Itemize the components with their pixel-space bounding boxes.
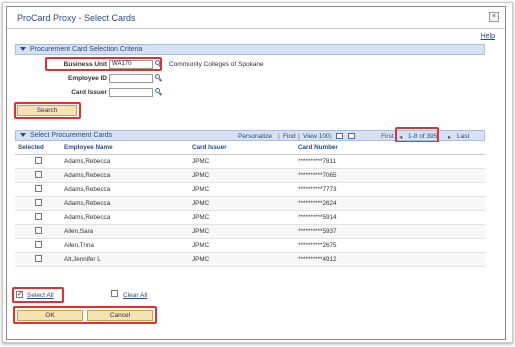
search-button[interactable]: Search xyxy=(17,105,77,116)
card-issuer-cell: JPMC xyxy=(189,224,295,239)
table-row: Adams,Rebecca JPMC **********7065 xyxy=(15,168,485,183)
separator: | xyxy=(298,132,300,140)
previous-arrow-icon[interactable]: ◂ xyxy=(399,133,402,141)
personalize-link[interactable]: Personalize xyxy=(238,133,272,140)
card-issuer-input[interactable] xyxy=(109,88,153,97)
column-header[interactable]: Selected xyxy=(15,142,61,155)
employee-name-cell: Adams,Rebecca xyxy=(61,168,189,183)
column-header[interactable]: Employee Name xyxy=(61,142,189,155)
download-grid-icon[interactable] xyxy=(348,133,355,139)
dialog-titlebar: ProCard Proxy - Select Cards × xyxy=(7,7,505,29)
grid-section-header[interactable]: Select Procurement Cards Personalize | F… xyxy=(15,130,485,141)
card-number-cell: **********2624 xyxy=(295,196,485,211)
first-link[interactable]: First xyxy=(381,133,394,140)
card-issuer-label: Card Issuer xyxy=(71,89,107,96)
cancel-button[interactable]: Cancel xyxy=(87,310,153,321)
select-all-checkbox[interactable] xyxy=(16,290,23,298)
clear-all-link[interactable]: Clear All xyxy=(123,292,147,299)
employee-id-input[interactable] xyxy=(109,74,153,83)
employee-name-cell: Alt,Jennifer L xyxy=(61,252,189,267)
table-row: Allen,Sara JPMC **********5937 xyxy=(15,224,485,239)
business-unit-input[interactable]: WA170 xyxy=(109,60,153,69)
table-row: Adams,Rebecca JPMC **********7773 xyxy=(15,182,485,197)
collapse-triangle-icon xyxy=(20,47,26,51)
ok-button[interactable]: OK xyxy=(17,310,83,321)
row-select-checkbox[interactable] xyxy=(34,227,42,235)
card-number-cell: **********7065 xyxy=(295,168,485,183)
card-number-cell: **********5914 xyxy=(295,210,485,225)
card-number-cell: **********7811 xyxy=(295,154,485,169)
select-all-link[interactable]: Select All xyxy=(27,292,54,299)
dialog-title: ProCard Proxy - Select Cards xyxy=(17,13,136,23)
clear-all-checkbox-icon xyxy=(111,290,118,297)
card-issuer-cell: JPMC xyxy=(189,196,295,211)
employee-id-lookup-icon[interactable] xyxy=(155,74,163,82)
row-select-checkbox[interactable] xyxy=(34,157,42,165)
business-unit-lookup-icon[interactable] xyxy=(155,60,163,68)
card-issuer-cell: JPMC xyxy=(189,182,295,197)
grid-header-row: Selected Employee Name Card Issuer Card … xyxy=(15,142,485,155)
column-header[interactable]: Card Issuer xyxy=(189,142,295,155)
business-unit-description: Community Colleges of Spokane xyxy=(169,61,264,68)
row-select-checkbox[interactable] xyxy=(34,241,42,249)
card-number-cell: **********4912 xyxy=(295,252,485,267)
criteria-section-title: Procurement Card Selection Criteria xyxy=(30,46,143,53)
separator: | xyxy=(330,132,332,140)
row-select-checkbox[interactable] xyxy=(34,199,42,207)
row-select-checkbox[interactable] xyxy=(34,213,42,221)
table-row: Adams,Rebecca JPMC **********7811 xyxy=(15,154,485,169)
card-number-cell: **********5937 xyxy=(295,224,485,239)
table-row: Adams,Rebecca JPMC **********2624 xyxy=(15,196,485,211)
column-header[interactable]: Card Number xyxy=(295,142,485,155)
employee-name-cell: Allen,Sara xyxy=(61,224,189,239)
employee-name-cell: Adams,Rebecca xyxy=(61,182,189,197)
criteria-section-header[interactable]: Procurement Card Selection Criteria xyxy=(15,44,485,55)
table-row: Alt,Jennifer L JPMC **********4912 xyxy=(15,252,485,267)
view-100-link[interactable]: View 100 xyxy=(303,133,330,140)
help-link[interactable]: Help xyxy=(481,33,495,40)
row-select-checkbox[interactable] xyxy=(34,185,42,193)
card-issuer-lookup-icon[interactable] xyxy=(155,88,163,96)
card-issuer-cell: JPMC xyxy=(189,154,295,169)
employee-id-label: Employee ID xyxy=(67,75,107,82)
table-row: Adams,Rebecca JPMC **********5914 xyxy=(15,210,485,225)
find-link[interactable]: Find xyxy=(283,133,296,140)
zoom-grid-icon[interactable] xyxy=(336,133,343,139)
row-select-checkbox[interactable] xyxy=(34,171,42,179)
card-issuer-cell: JPMC xyxy=(189,210,295,225)
cards-grid: Selected Employee Name Card Issuer Card … xyxy=(15,142,485,267)
row-range: 1-8 of 395 xyxy=(408,132,438,140)
next-arrow-icon[interactable]: ▸ xyxy=(448,133,451,141)
last-link[interactable]: Last xyxy=(457,133,469,140)
business-unit-label: Business Unit xyxy=(63,61,107,68)
card-issuer-cell: JPMC xyxy=(189,168,295,183)
close-icon[interactable]: × xyxy=(489,12,499,22)
employee-name-cell: Allen,Trina xyxy=(61,238,189,253)
collapse-triangle-icon xyxy=(20,133,26,137)
card-number-cell: **********2675 xyxy=(295,238,485,253)
card-issuer-cell: JPMC xyxy=(189,238,295,253)
employee-name-cell: Adams,Rebecca xyxy=(61,210,189,225)
row-select-checkbox[interactable] xyxy=(34,255,42,263)
employee-name-cell: Adams,Rebecca xyxy=(61,196,189,211)
separator: | xyxy=(278,132,280,140)
procard-proxy-dialog: ProCard Proxy - Select Cards × Help Proc… xyxy=(6,6,506,340)
grid-title: Select Procurement Cards xyxy=(30,132,113,139)
table-row: Allen,Trina JPMC **********2675 xyxy=(15,238,485,253)
card-issuer-cell: JPMC xyxy=(189,252,295,267)
employee-name-cell: Adams,Rebecca xyxy=(61,154,189,169)
card-number-cell: **********7773 xyxy=(295,182,485,197)
